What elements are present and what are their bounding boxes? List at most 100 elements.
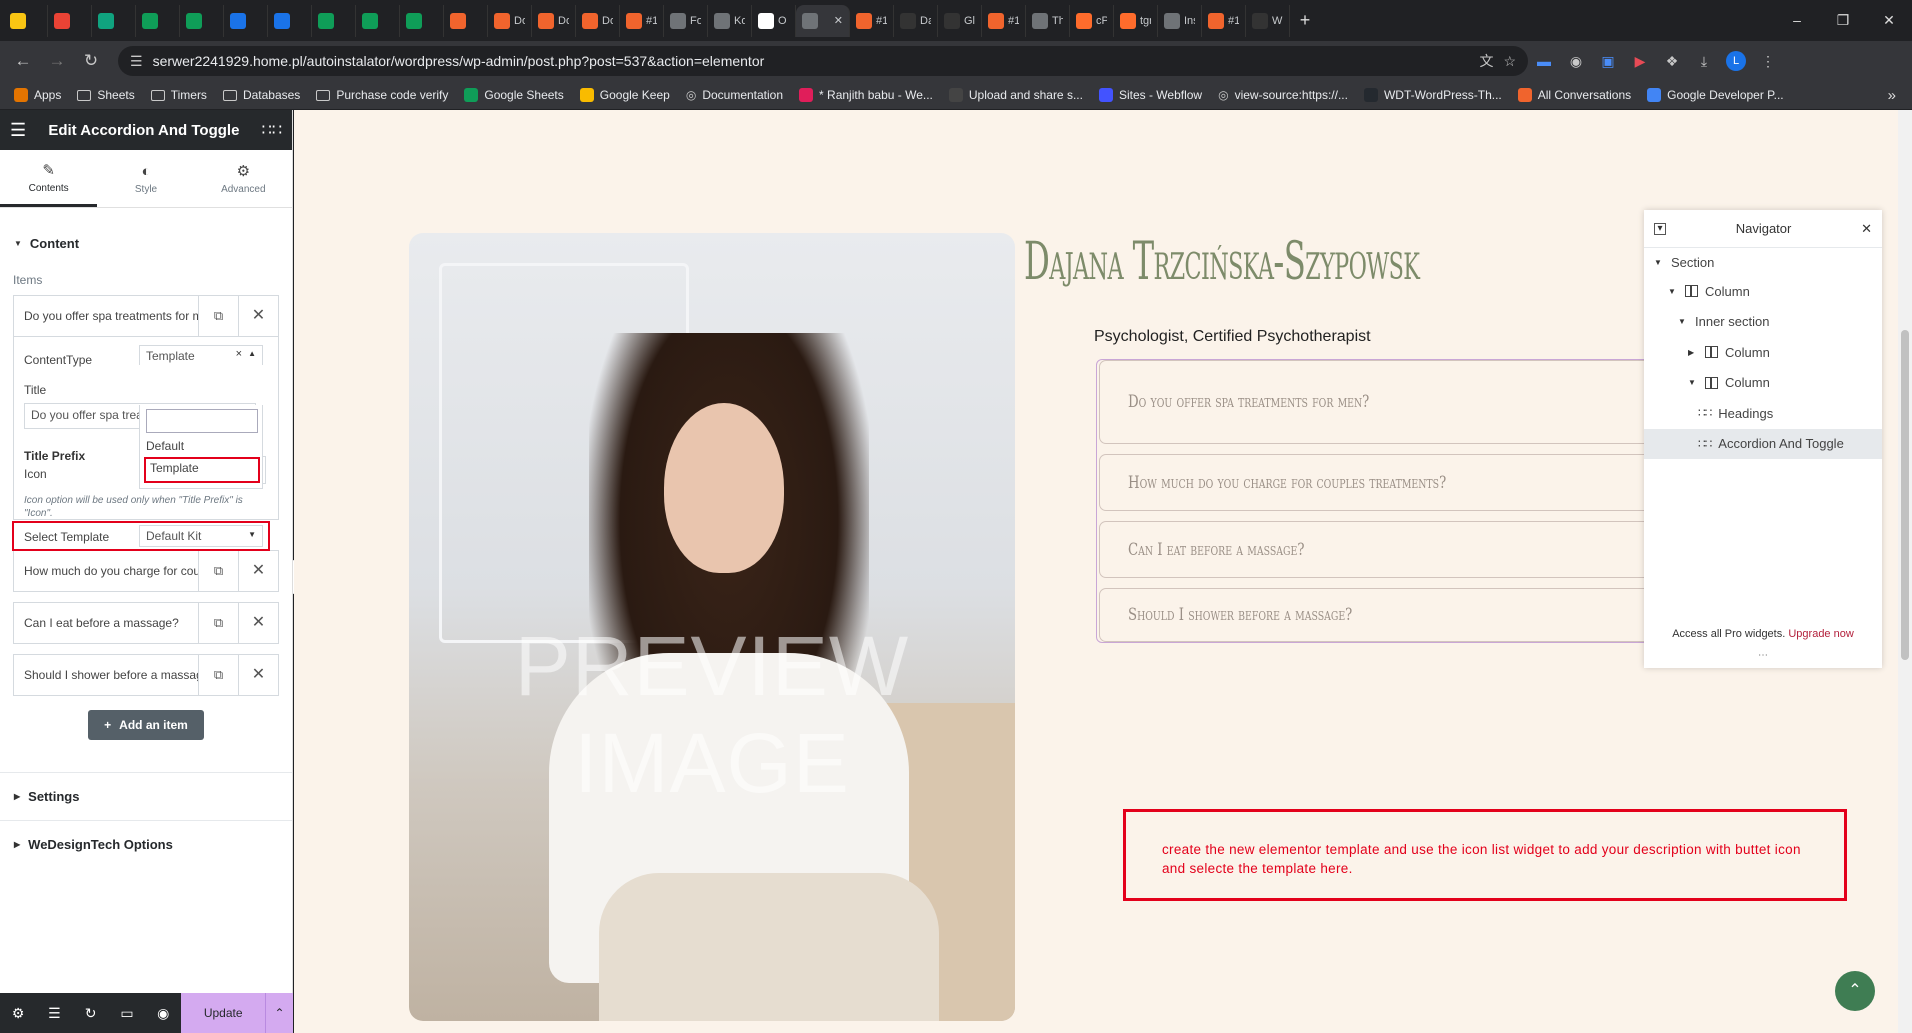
select-template-dropdown[interactable]: Default Kit ▼	[139, 525, 263, 547]
extension-icon[interactable]: ▬	[1528, 53, 1560, 69]
browser-tab[interactable]: #1	[982, 4, 1026, 37]
bookmark-item[interactable]: Apps	[6, 88, 69, 102]
responsive-icon[interactable]: ▭	[109, 1005, 145, 1022]
navigator-item[interactable]: ∷∷ Accordion And Toggle	[1644, 428, 1882, 459]
restore-icon[interactable]: ❐	[1820, 0, 1866, 41]
duplicate-icon[interactable]: ⧉	[198, 603, 238, 643]
history-icon[interactable]: ↻	[73, 1005, 109, 1022]
browser-tab[interactable]: #1	[620, 4, 664, 37]
url-field[interactable]: ☰ serwer2241929.home.pl/autoinstalator/w…	[118, 46, 1528, 76]
close-window-icon[interactable]: ✕	[1866, 0, 1912, 41]
browser-tab[interactable]	[312, 4, 356, 37]
record-icon[interactable]: ▶	[1624, 53, 1656, 70]
bookmark-item[interactable]: Google Developer P...	[1639, 88, 1792, 102]
navigator-item[interactable]: ▶ Column	[1644, 337, 1882, 368]
navigator-item[interactable]: ∷∷ Headings	[1644, 398, 1882, 429]
clear-icon[interactable]: ×	[236, 348, 242, 360]
navigator-item[interactable]: ▼ Section	[1644, 248, 1882, 276]
forward-icon[interactable]: →	[40, 51, 74, 71]
more-bookmarks-icon[interactable]: »	[1888, 87, 1912, 104]
navigator-item[interactable]: ▼ Inner section	[1644, 307, 1882, 338]
caret-right-icon[interactable]: ▶	[1688, 348, 1698, 357]
browser-tab[interactable]: Kol	[708, 4, 752, 37]
caret-down-icon[interactable]: ▼	[1678, 317, 1688, 326]
new-tab-button[interactable]: +	[1290, 10, 1320, 31]
bookmark-item[interactable]: Sites - Webflow	[1091, 88, 1210, 102]
duplicate-icon[interactable]: ⧉	[198, 655, 238, 695]
bookmark-item[interactable]: * Ranjith babu - We...	[791, 88, 941, 102]
browser-tab[interactable]: Da	[894, 4, 938, 37]
browser-tab[interactable]: Do	[488, 4, 532, 37]
browser-tab[interactable]	[136, 4, 180, 37]
update-button[interactable]: Update	[181, 993, 266, 1033]
browser-tab[interactable]	[444, 4, 488, 37]
repeater-item[interactable]: Do you offer spa treatments for men? ⧉ ✕	[13, 295, 279, 337]
content-section-toggle[interactable]: ▼ Content	[0, 236, 292, 251]
browser-tab[interactable]: Ins	[1158, 4, 1202, 37]
caret-down-icon[interactable]: ▼	[1668, 287, 1678, 296]
repeater-item[interactable]: Can I eat before a massage? ⧉ ✕	[13, 602, 279, 644]
page-scrollbar[interactable]	[1898, 110, 1912, 1033]
tab-content[interactable]: ✎ Contents	[0, 150, 98, 207]
dropdown-option-default[interactable]: Default	[146, 439, 184, 453]
camera-icon[interactable]: ◉	[1560, 53, 1592, 70]
browser-tab[interactable]: Glo	[938, 4, 982, 37]
layers-icon[interactable]: ☰	[36, 1005, 72, 1022]
browser-tab[interactable]: #1	[1202, 4, 1246, 37]
browser-tab[interactable]	[400, 4, 444, 37]
browser-tab[interactable]: ✕	[796, 4, 850, 37]
add-item-button[interactable]: + Add an item	[88, 710, 204, 740]
browser-tab[interactable]: tgr	[1114, 4, 1158, 37]
remove-icon[interactable]: ✕	[238, 296, 278, 336]
remove-icon[interactable]: ✕	[238, 603, 278, 643]
repeater-item[interactable]: Should I shower before a massage? ⧉ ✕	[13, 654, 279, 696]
duplicate-icon[interactable]: ⧉	[198, 551, 238, 591]
site-info-icon[interactable]: ☰	[130, 53, 143, 70]
caret-down-icon[interactable]: ▼	[1688, 378, 1698, 387]
settings-gear-icon[interactable]: ⚙	[0, 1005, 36, 1022]
bookmark-item[interactable]: Timers	[143, 88, 215, 102]
tab-style[interactable]: ◐ Style	[97, 150, 194, 207]
browser-tab[interactable]: WI	[1246, 4, 1290, 37]
bookmark-item[interactable]: Upload and share s...	[941, 88, 1091, 102]
content-type-select[interactable]: Template × ▲	[139, 345, 263, 365]
bookmark-item[interactable]: All Conversations	[1510, 88, 1639, 102]
settings-section-toggle[interactable]: ▶ Settings	[0, 772, 292, 820]
bookmark-item[interactable]: Google Sheets	[456, 88, 571, 102]
browser-tab[interactable]	[224, 4, 268, 37]
menu-kebab-icon[interactable]: ⋮	[1752, 53, 1784, 70]
browser-tab[interactable]: cPa	[1070, 4, 1114, 37]
accordion-item[interactable]: Can I eat before a massage?	[1099, 521, 1655, 578]
puzzle-icon[interactable]: ❖	[1656, 53, 1688, 70]
browser-tab[interactable]: #1	[850, 4, 894, 37]
upgrade-link[interactable]: Upgrade now	[1788, 628, 1853, 640]
scrollbar-thumb[interactable]	[1901, 330, 1909, 660]
bookmark-item[interactable]: ◎ Documentation	[678, 88, 791, 102]
remove-icon[interactable]: ✕	[238, 551, 278, 591]
remove-icon[interactable]: ✕	[238, 655, 278, 695]
accordion-item[interactable]: Should I shower before a massage?	[1099, 588, 1655, 642]
scroll-to-top-icon[interactable]: ⌃	[1835, 971, 1875, 1011]
browser-tab[interactable]: Do	[532, 4, 576, 37]
browser-tab[interactable]: For	[664, 4, 708, 37]
browser-tab[interactable]	[356, 4, 400, 37]
browser-tab[interactable]: Do	[576, 4, 620, 37]
bookmark-item[interactable]: Google Keep	[572, 88, 678, 102]
download-icon[interactable]: ⤓	[1688, 53, 1720, 70]
tab-advanced[interactable]: ⚙ Advanced	[195, 150, 292, 207]
close-icon[interactable]: ✕	[1861, 221, 1872, 237]
accordion-item[interactable]: Do you offer spa treatments for men?	[1099, 360, 1655, 444]
bookmark-item[interactable]: WDT-WordPress-Th...	[1356, 88, 1510, 102]
hamburger-menu-icon[interactable]: ☰	[10, 120, 26, 141]
bookmark-item[interactable]: Purchase code verify	[308, 88, 456, 102]
resize-handle-icon[interactable]: ⋯	[1644, 650, 1882, 661]
translate-icon[interactable]: 文	[1479, 51, 1493, 71]
bookmark-item[interactable]: Sheets	[69, 88, 142, 102]
navigator-item[interactable]: ▼ Column	[1644, 276, 1882, 307]
minimize-icon[interactable]: –	[1774, 0, 1820, 41]
bookmark-item[interactable]: Databases	[215, 88, 308, 102]
bookmark-star-icon[interactable]: ☆	[1503, 53, 1516, 70]
collapse-all-icon[interactable]: ▾	[1654, 222, 1666, 235]
reload-icon[interactable]: ↻	[74, 51, 108, 71]
bookmark-item[interactable]: ◎ view-source:https://...	[1210, 88, 1356, 102]
